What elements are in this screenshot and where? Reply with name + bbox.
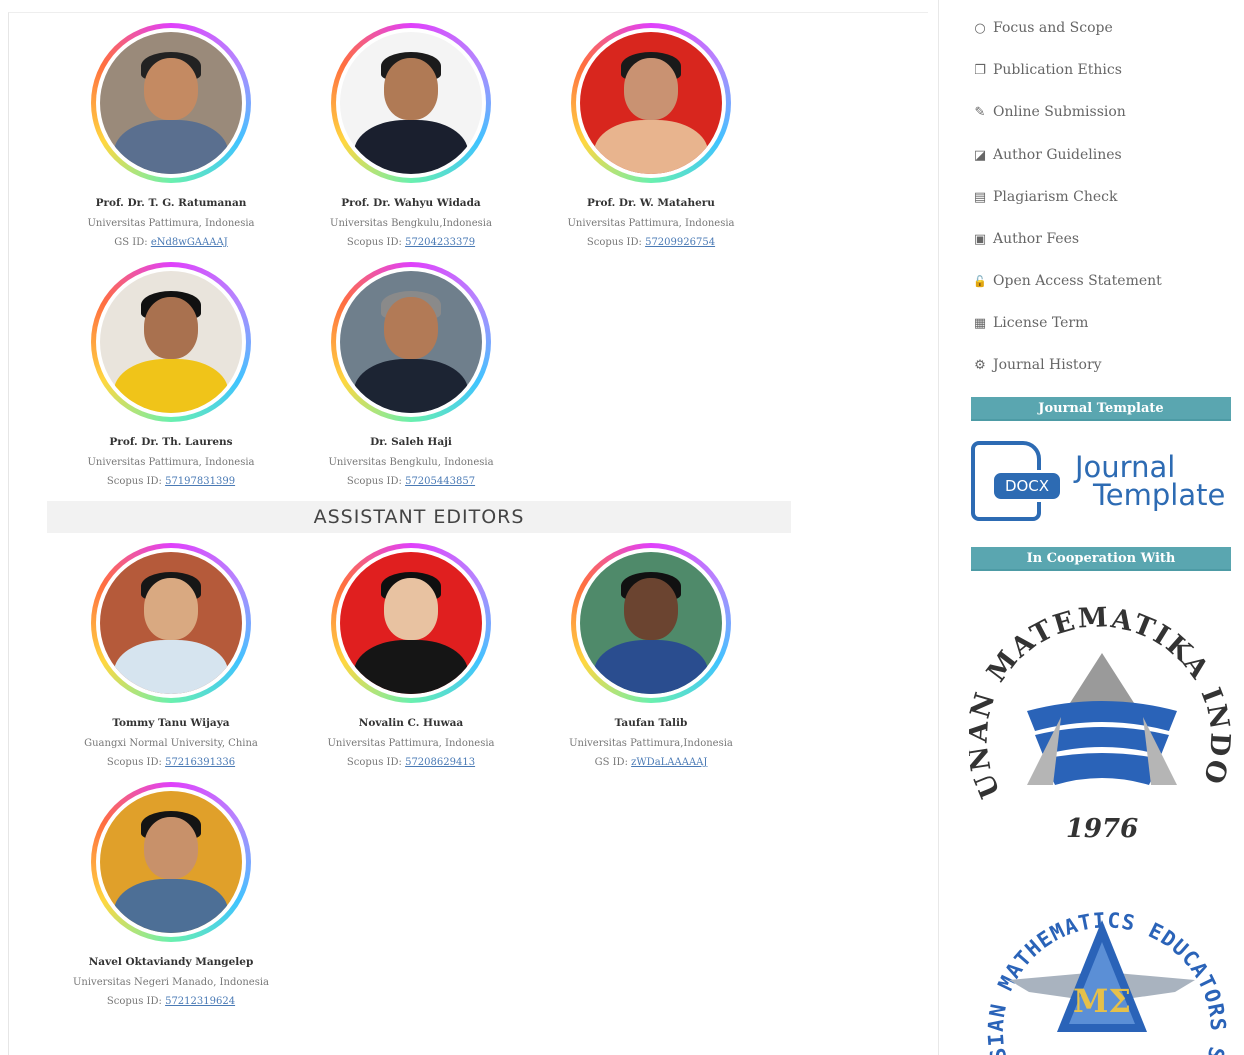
avatar	[331, 543, 491, 703]
assistant-editor-card: Novalin C. Huwaa Universitas Pattimura, …	[291, 543, 531, 768]
editor-card: Prof. Dr. Th. Laurens Universitas Pattim…	[51, 262, 291, 487]
sidebar-item-author-fees[interactable]: ▣ Author Fees	[971, 231, 1079, 247]
avatar	[91, 262, 251, 422]
avatar	[331, 262, 491, 422]
assistant-editors-heading: ASSISTANT EDITORS	[47, 501, 791, 533]
unlock-icon: 🔓	[973, 274, 987, 288]
editor-card: Prof. Dr. Wahyu Widada Universitas Bengk…	[291, 23, 531, 248]
editor-id-link[interactable]: eNd8wGAAAAJ	[151, 237, 228, 248]
editor-id: Scopus ID: 57204233379	[346, 237, 476, 248]
sidebar-item-focus-scope[interactable]: ○ Focus and Scope	[971, 20, 1113, 36]
editor-affiliation: Universitas Bengkulu, Indonesia	[328, 457, 494, 468]
gears-icon: ⚙	[974, 357, 986, 373]
editor-id: Scopus ID: 57216391336	[106, 757, 236, 768]
editor-name: Dr. Saleh Haji	[370, 436, 452, 448]
sidebar-item-publication-ethics[interactable]: ❐ Publication Ethics	[971, 62, 1122, 78]
journal-template-logo-text: Journal Template	[1075, 450, 1226, 512]
sidebar-item-open-access[interactable]: 🔓 Open Access Statement	[971, 273, 1162, 289]
sidebar-item-online-submission[interactable]: ✎ Online Submission	[971, 104, 1126, 120]
cooperation-header: In Cooperation With	[971, 547, 1231, 571]
docx-badge: DOCX	[991, 470, 1063, 502]
editor-affiliation: Universitas Pattimura, Indonesia	[87, 457, 255, 468]
editor-id-link[interactable]: 57212319624	[165, 996, 235, 1007]
avatar	[91, 23, 251, 183]
editor-id-link[interactable]: zWDaLAAAAAJ	[631, 757, 707, 768]
editor-id: Scopus ID: 57205443857	[346, 476, 476, 487]
editor-id-link[interactable]: 57204233379	[405, 237, 475, 248]
avatar	[571, 543, 731, 703]
editor-name: Taufan Talib	[614, 717, 688, 729]
editor-id-link[interactable]: 57197831399	[165, 476, 235, 487]
editor-affiliation: Universitas Pattimura, Indonesia	[567, 218, 735, 229]
sidebar: ○ Focus and Scope ❐ Publication Ethics ✎ On…	[938, 0, 1244, 1055]
editor-affiliation: Universitas Pattimura, Indonesia	[327, 738, 495, 749]
sidebar-item-label: Author Guidelines	[993, 147, 1122, 163]
copy-icon: ❐	[974, 62, 986, 78]
avatar	[91, 543, 251, 703]
sidebar-item-label: Plagiarism Check	[993, 189, 1118, 205]
journal-template-download[interactable]: DOCX Journal Template	[971, 435, 1233, 525]
avatar	[91, 782, 251, 942]
sidebar-item-label: Author Fees	[993, 231, 1080, 247]
editor-id: GS ID: zWDaLAAAAAJ	[594, 757, 708, 768]
editor-card: Dr. Saleh Haji Universitas Bengkulu, Ind…	[291, 262, 531, 487]
editor-id-link[interactable]: 57216391336	[165, 757, 235, 768]
editor-affiliation: Universitas Negeri Manado, Indonesia	[72, 977, 270, 988]
sidebar-item-label: Journal History	[993, 357, 1102, 373]
editor-name: Prof. Dr. W. Mataheru	[587, 197, 715, 209]
editor-name: Prof. Dr. Wahyu Widada	[341, 197, 481, 209]
circle-icon: ○	[974, 20, 986, 36]
money-icon: ▣	[973, 231, 987, 247]
list-icon: ▤	[973, 189, 987, 205]
svg-text:MΣ: MΣ	[1073, 982, 1131, 1020]
editor-card: Prof. Dr. T. G. Ratumanan Universitas Pa…	[51, 23, 291, 248]
sidebar-item-author-guidelines[interactable]: ◪ Author Guidelines	[971, 147, 1122, 163]
editor-name: Prof. Dr. Th. Laurens	[109, 436, 233, 448]
journal-template-header: Journal Template	[971, 397, 1231, 421]
editor-name: Navel Oktaviandy Mangelep	[88, 956, 254, 968]
editor-id: Scopus ID: 57212319624	[106, 996, 236, 1007]
sidebar-item-license-term[interactable]: ▦ License Term	[971, 315, 1089, 331]
editor-name: Novalin C. Huwaa	[358, 717, 464, 729]
edit-icon: ✎	[974, 104, 986, 120]
editor-affiliation: Universitas Bengkulu,Indonesia	[330, 218, 492, 229]
himpunan-matematika-indonesia-logo[interactable]: HIMPUNAN MATEMATIKA INDONESIA 1976	[953, 561, 1235, 855]
editor-id: Scopus ID: 57197831399	[106, 476, 236, 487]
editor-card: Prof. Dr. W. Mataheru Universitas Pattim…	[531, 23, 771, 248]
editorial-board-content: Prof. Dr. T. G. Ratumanan Universitas Pa…	[8, 12, 928, 1055]
editor-affiliation: Universitas Pattimura, Indonesia	[87, 218, 255, 229]
sidebar-item-label: Publication Ethics	[993, 62, 1122, 78]
assistant-editor-card: Tommy Tanu Wijaya Guangxi Normal Univers…	[51, 543, 291, 768]
sidebar-item-label: Online Submission	[993, 104, 1126, 120]
assistant-editor-card: Taufan Talib Universitas Pattimura,Indon…	[531, 543, 771, 768]
editor-name: Prof. Dr. T. G. Ratumanan	[95, 197, 247, 209]
svg-text:1976: 1976	[1066, 814, 1138, 844]
sidebar-item-label: License Term	[993, 315, 1089, 331]
sidebar-item-journal-history[interactable]: ⚙ Journal History	[971, 357, 1102, 373]
editor-id: Scopus ID: 57209926754	[586, 237, 716, 248]
editor-affiliation: Guangxi Normal University, China	[84, 738, 258, 749]
editor-id: Scopus ID: 57208629413	[346, 757, 476, 768]
editor-id-link[interactable]: 57209926754	[645, 237, 715, 248]
editor-name: Tommy Tanu Wijaya	[112, 717, 230, 729]
sidebar-item-label: Focus and Scope	[993, 20, 1113, 36]
license-icon: ▦	[973, 315, 987, 331]
avatar	[571, 23, 731, 183]
book-icon: ◪	[973, 147, 987, 163]
editor-id: GS ID: eNd8wGAAAAJ	[114, 237, 228, 248]
indonesian-mathematics-educators-society-logo[interactable]: INDONESIAN MATHEMATICS EDUCATORS SOCIETY…	[962, 841, 1235, 1055]
avatar	[331, 23, 491, 183]
editor-id-link[interactable]: 57205443857	[405, 476, 475, 487]
editor-affiliation: Universitas Pattimura,Indonesia	[569, 738, 733, 749]
sidebar-item-plagiarism-check[interactable]: ▤ Plagiarism Check	[971, 189, 1118, 205]
editor-id-link[interactable]: 57208629413	[405, 757, 475, 768]
sidebar-item-label: Open Access Statement	[993, 273, 1162, 289]
assistant-editor-card: Navel Oktaviandy Mangelep Universitas Ne…	[51, 782, 291, 1007]
